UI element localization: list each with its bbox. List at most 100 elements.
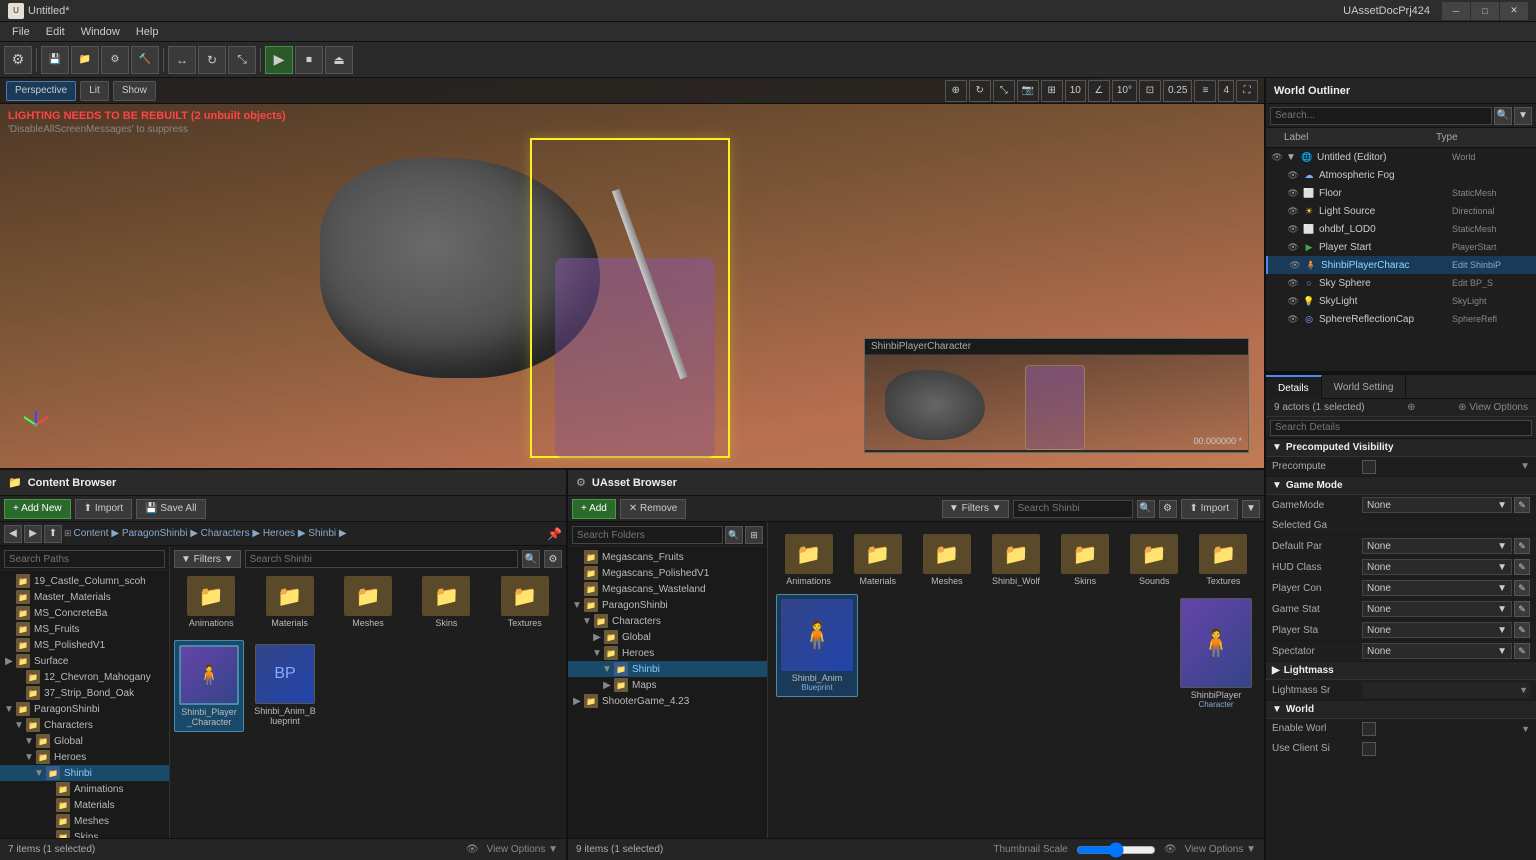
cb-nav-forward[interactable]: ▶ — [24, 525, 42, 543]
ub-tree-characters[interactable]: ▼📁Characters — [568, 613, 767, 629]
dp-field-useclientsi-check[interactable] — [1362, 742, 1376, 756]
menu-help[interactable]: Help — [128, 22, 167, 42]
dp-select-spectator[interactable]: None▼ — [1362, 643, 1512, 659]
dp-search-input[interactable] — [1270, 420, 1532, 436]
ub-settings-btn[interactable]: ⚙ — [1159, 500, 1177, 518]
dp-hudclass-edit[interactable]: ✎ — [1514, 559, 1530, 575]
ub-folder-sounds[interactable]: 📁 Sounds — [1122, 530, 1187, 590]
wo-search-input[interactable] — [1270, 107, 1492, 125]
vp-icon-snap[interactable]: ⊡ — [1139, 80, 1161, 102]
tree-item-materials[interactable]: 📁Materials — [0, 797, 169, 813]
ub-asset-shinbi-anim[interactable]: 🧍 Shinbi_Anim Blueprint — [776, 594, 858, 697]
visibility-icon-player[interactable]: 👁 — [1286, 240, 1300, 254]
wo-item-ohdbf[interactable]: 👁 ⬜ ohdbf_LOD0 StaticMesh — [1266, 220, 1536, 238]
close-button[interactable]: ✕ — [1500, 2, 1528, 20]
wo-item-shinbi-selected[interactable]: 👁 🧍 ShinbiPlayerCharac Edit ShinbiP — [1266, 256, 1536, 274]
visibility-icon-atm[interactable]: 👁 — [1286, 168, 1300, 182]
settings-button[interactable]: ⚙ — [101, 46, 129, 74]
dp-tab-worldsetting[interactable]: World Setting — [1322, 375, 1407, 399]
ub-folder-animations[interactable]: 📁 Animations — [776, 530, 841, 590]
dp-select-playercon[interactable]: None▼ — [1362, 580, 1512, 596]
wo-item-untitled[interactable]: 👁 ▼ 🌐 Untitled (Editor) World — [1266, 148, 1536, 166]
tree-item-msfruits[interactable]: 📁MS_Fruits — [0, 621, 169, 637]
wo-search-btn[interactable]: 🔍 — [1494, 107, 1512, 125]
ub-folder-materials[interactable]: 📁 Materials — [845, 530, 910, 590]
vp-icon-rotate[interactable]: ↻ — [969, 80, 991, 102]
dp-section-header-lightmass[interactable]: ▶ Lightmass — [1266, 662, 1536, 680]
visibility-icon-untitled[interactable]: 👁 — [1270, 150, 1284, 164]
cb-pin[interactable]: 📌 — [547, 527, 562, 541]
dp-select-gamestat[interactable]: None▼ — [1362, 601, 1512, 617]
wo-item-lightsource[interactable]: 👁 ☀ Light Source Directional — [1266, 202, 1536, 220]
cb-settings-btn[interactable]: ⚙ — [544, 550, 562, 568]
dp-field-enableworl-check[interactable] — [1362, 722, 1376, 736]
add-new-button[interactable]: + Add New — [4, 499, 71, 519]
dp-gamestat-edit[interactable]: ✎ — [1514, 601, 1530, 617]
tree-item-heroes[interactable]: ▼📁Heroes — [0, 749, 169, 765]
dp-section-header-precomputed[interactable]: ▼ Precomputed Visibility — [1266, 439, 1536, 457]
mode-button[interactable]: ⚙ — [4, 46, 32, 74]
vp-grid-size[interactable]: 10 — [1065, 80, 1086, 102]
ub-tree-paragonshinbi[interactable]: ▼📁ParagonShinbi — [568, 597, 767, 613]
minimize-button[interactable]: ─ — [1442, 2, 1470, 20]
ub-folder-toggle[interactable]: ⊞ — [745, 526, 763, 544]
stop-button[interactable]: ⏹ — [295, 46, 323, 74]
transform-scale[interactable]: ⤡ — [228, 46, 256, 74]
play-button[interactable]: ▶ — [265, 46, 293, 74]
visibility-icon-floor[interactable]: 👁 — [1286, 186, 1300, 200]
ub-tree-global[interactable]: ▶📁Global — [568, 629, 767, 645]
ub-asset-shinbi-player[interactable]: 🧍 ShinbiPlayer Character — [1176, 594, 1256, 713]
ub-folder-shinbi-wolf[interactable]: 📁 Shinbi_Wolf — [983, 530, 1048, 590]
ub-tree-megascans-polished[interactable]: 📁Megascans_PolishedV1 — [568, 565, 767, 581]
vp-icon-layers[interactable]: ≡ — [1194, 80, 1216, 102]
wo-item-skysphere[interactable]: 👁 ○ Sky Sphere Edit BP_S — [1266, 274, 1536, 292]
cb-folder-skins[interactable]: 📁 Skins — [409, 572, 483, 632]
dp-section-header-gamemode[interactable]: ▼ Game Mode — [1266, 477, 1536, 495]
dp-playercon-edit[interactable]: ✎ — [1514, 580, 1530, 596]
build-button[interactable]: 🔨 — [131, 46, 159, 74]
ub-add-button[interactable]: + Add — [572, 499, 616, 519]
dp-spectator-edit[interactable]: ✎ — [1514, 643, 1530, 659]
tree-item-chevron[interactable]: 📁12_Chevron_Mahogany — [0, 669, 169, 685]
tree-item-strip[interactable]: 📁37_Strip_Bond_Oak — [0, 685, 169, 701]
vp-icon-translate[interactable]: ⊕ — [945, 80, 967, 102]
ub-view-options[interactable]: View Options ▼ — [1185, 844, 1256, 855]
tree-item-msconcrete[interactable]: 📁MS_ConcreteBa — [0, 605, 169, 621]
dp-section-header-world[interactable]: ▼ World — [1266, 701, 1536, 719]
show-button[interactable]: Show — [113, 81, 156, 101]
restore-button[interactable]: □ — [1471, 2, 1499, 20]
tree-item-meshes[interactable]: 📁Meshes — [0, 813, 169, 829]
dp-field-precompute-check[interactable] — [1362, 460, 1376, 474]
thumbnail-scale-slider[interactable] — [1076, 844, 1156, 856]
tree-item-mastermats[interactable]: 📁Master_Materials — [0, 589, 169, 605]
visibility-icon-shinbi[interactable]: 👁 — [1288, 258, 1302, 272]
ub-tree-megascans-wasteland[interactable]: 📁Megascans_Wasteland — [568, 581, 767, 597]
cb-asset-shinbi-player[interactable]: 🧍 Shinbi_Player_Character — [174, 640, 244, 732]
vp-icon-camera[interactable]: 📷 — [1017, 80, 1039, 102]
dp-select-defaultpar[interactable]: None▼ — [1362, 538, 1512, 554]
ub-search-btn[interactable]: 🔍 — [1137, 500, 1155, 518]
menu-edit[interactable]: Edit — [38, 22, 73, 42]
wo-item-spherereflection[interactable]: 👁 ◎ SphereReflectionCap SphereRefl — [1266, 310, 1536, 328]
dp-gamemode-edit[interactable]: ✎ — [1514, 497, 1530, 513]
ub-tree-maps[interactable]: ▶📁Maps — [568, 677, 767, 693]
ub-folder-meshes[interactable]: 📁 Meshes — [914, 530, 979, 590]
ub-tree-heroes[interactable]: ▼📁Heroes — [568, 645, 767, 661]
tree-item-shinbi[interactable]: ▼📁Shinbi — [0, 765, 169, 781]
vp-icon-scale[interactable]: ⤡ — [993, 80, 1015, 102]
wo-item-skylight[interactable]: 👁 💡 SkyLight SkyLight — [1266, 292, 1536, 310]
perspective-button[interactable]: Perspective — [6, 81, 76, 101]
cb-view-options[interactable]: View Options ▼ — [487, 844, 558, 855]
vp-icon-maximize[interactable]: ⛶ — [1236, 80, 1258, 102]
cb-search-btn[interactable]: 🔍 — [522, 550, 540, 568]
wo-item-floor[interactable]: 👁 ⬜ Floor StaticMesh — [1266, 184, 1536, 202]
dp-select-hudclass[interactable]: None▼ — [1362, 559, 1512, 575]
dp-view-options-btn[interactable]: ⊕ View Options — [1458, 402, 1528, 413]
dp-defaultpar-edit[interactable]: ✎ — [1514, 538, 1530, 554]
dp-select-gamemode[interactable]: None▼ — [1362, 497, 1512, 513]
wo-item-playerstart[interactable]: 👁 ▶ Player Start PlayerStart — [1266, 238, 1536, 256]
tree-item-global[interactable]: ▼📁Global — [0, 733, 169, 749]
visibility-icon-sphere[interactable]: 👁 — [1286, 312, 1300, 326]
ub-folder-skins[interactable]: 📁 Skins — [1053, 530, 1118, 590]
dp-tab-details[interactable]: Details — [1266, 375, 1322, 399]
